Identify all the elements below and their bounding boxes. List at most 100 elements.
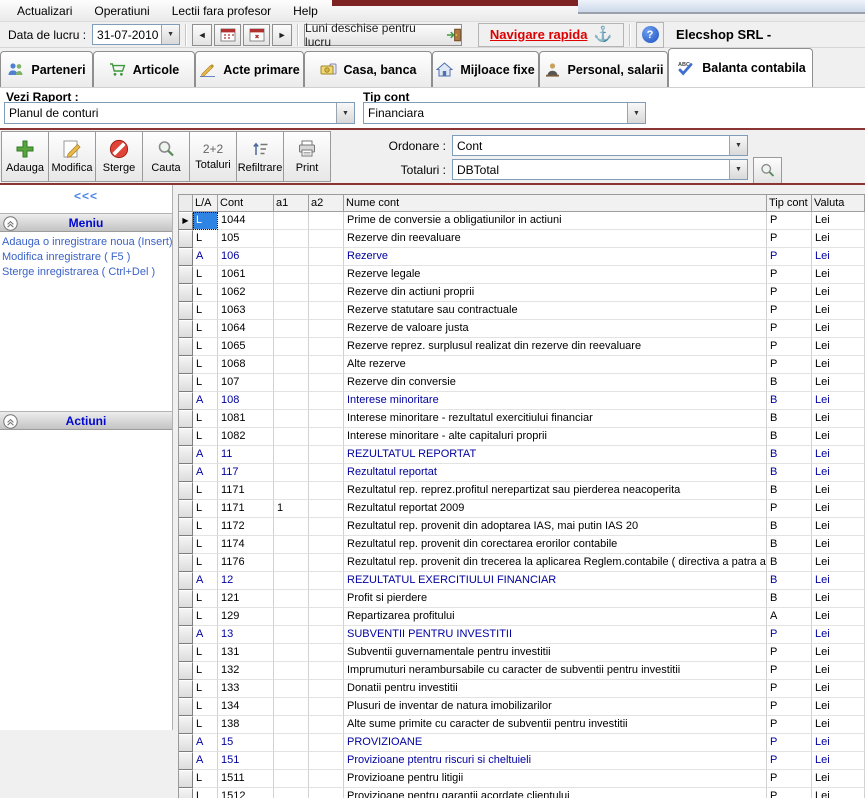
row-selector[interactable] xyxy=(179,518,193,536)
sidebar-menu-header[interactable]: Meniu xyxy=(0,213,172,232)
row-selector[interactable] xyxy=(179,698,193,716)
table-row[interactable]: L11711Rezultatul reportat 2009PLei xyxy=(179,500,865,518)
add-button[interactable]: Adauga xyxy=(1,131,49,182)
table-row[interactable]: L1512Provizioane pentru garantii acordat… xyxy=(179,788,865,798)
row-selector[interactable] xyxy=(179,284,193,302)
table-row[interactable]: L107Rezerve din conversieBLei xyxy=(179,374,865,392)
sidebar-item-delete-record[interactable]: Sterge inregistrarea ( Ctrl+Del ) xyxy=(2,266,173,278)
table-row[interactable]: A13SUBVENTII PENTRU INVESTITIIPLei xyxy=(179,626,865,644)
table-row[interactable]: A12REZULTATUL EXERCITIULUI FINANCIARBLei xyxy=(179,572,865,590)
row-selector[interactable] xyxy=(179,500,193,518)
column-header[interactable]: L/A xyxy=(193,195,218,212)
menu-lectii[interactable]: Lectii fara profesor xyxy=(161,1,282,21)
row-selector[interactable] xyxy=(179,230,193,248)
table-row[interactable]: L1061Rezerve legalePLei xyxy=(179,266,865,284)
row-selector[interactable] xyxy=(179,320,193,338)
table-row[interactable]: L1171Rezultatul rep. reprez.profitul ner… xyxy=(179,482,865,500)
sidebar-actions-header[interactable]: Actiuni xyxy=(0,411,172,430)
chevron-down-icon[interactable]: ▼ xyxy=(161,25,179,44)
menu-actualizari[interactable]: Actualizari xyxy=(6,1,83,21)
account-type-combobox[interactable]: Financiara ▼ xyxy=(363,102,646,124)
sidebar-collapse-button[interactable]: <<< xyxy=(0,185,172,203)
menu-operatiuni[interactable]: Operatiuni xyxy=(83,1,160,21)
current-row-marker[interactable]: ▶ xyxy=(179,212,193,230)
table-row[interactable]: L1064Rezerve de valoare justaPLei xyxy=(179,320,865,338)
table-row[interactable]: L132Imprumuturi nerambursabile cu caract… xyxy=(179,662,865,680)
row-selector[interactable] xyxy=(179,428,193,446)
sidebar-item-edit-record[interactable]: Modifica inregistrare ( F5 ) xyxy=(2,251,173,263)
print-button[interactable]: Print xyxy=(283,131,331,182)
report-combobox[interactable]: Planul de conturi ▼ xyxy=(4,102,355,124)
chevron-down-icon[interactable]: ▼ xyxy=(627,103,645,123)
table-row[interactable]: L1081Interese minoritare - rezultatul ex… xyxy=(179,410,865,428)
table-row[interactable]: L1065Rezerve reprez. surplusul realizat … xyxy=(179,338,865,356)
row-selector[interactable] xyxy=(179,608,193,626)
sidebar-item-add-record[interactable]: Adauga o inregistrare noua (Insert) xyxy=(2,236,173,248)
table-row[interactable]: A11REZULTATUL REPORTATBLei xyxy=(179,446,865,464)
row-selector[interactable] xyxy=(179,554,193,572)
table-row[interactable]: L1172Rezultatul rep. provenit din adopta… xyxy=(179,518,865,536)
row-selector[interactable] xyxy=(179,374,193,392)
row-selector[interactable] xyxy=(179,770,193,788)
quick-navigation-button[interactable]: Navigare rapida ⚓ xyxy=(478,23,624,47)
row-selector[interactable] xyxy=(179,536,193,554)
row-selector[interactable] xyxy=(179,716,193,734)
table-row[interactable]: A106RezervePLei xyxy=(179,248,865,266)
chevron-down-icon[interactable]: ▼ xyxy=(729,136,747,155)
chevron-down-icon[interactable]: ▼ xyxy=(336,103,354,123)
collapse-section-icon[interactable] xyxy=(3,414,18,429)
help-button[interactable]: ? xyxy=(636,22,664,48)
working-date-combobox[interactable]: 31-07-2010 ▼ xyxy=(92,24,180,45)
row-selector[interactable] xyxy=(179,680,193,698)
refilter-button[interactable]: Refiltrare xyxy=(236,131,284,182)
column-header[interactable]: Nume cont xyxy=(344,195,767,212)
table-row[interactable]: L105Rezerve din reevaluarePLei xyxy=(179,230,865,248)
table-row[interactable]: ▶L1044Prime de conversie a obligatiunilo… xyxy=(179,212,865,230)
row-selector[interactable] xyxy=(179,644,193,662)
table-row[interactable]: L129Repartizarea profituluiALei xyxy=(179,608,865,626)
table-row[interactable]: A15PROVIZIOANEPLei xyxy=(179,734,865,752)
row-selector[interactable] xyxy=(179,266,193,284)
table-row[interactable]: L138Alte sume primite cu caracter de sub… xyxy=(179,716,865,734)
row-selector[interactable] xyxy=(179,302,193,320)
row-selector[interactable] xyxy=(179,752,193,770)
column-header[interactable]: Valuta xyxy=(812,195,865,212)
chevron-down-icon[interactable]: ▼ xyxy=(729,160,747,179)
column-header[interactable]: Tip cont xyxy=(767,195,812,212)
row-selector[interactable] xyxy=(179,788,193,798)
table-row[interactable]: L121Profit si pierdereBLei xyxy=(179,590,865,608)
table-row[interactable]: L1176Rezultatul rep. provenit din trecer… xyxy=(179,554,865,572)
search-button[interactable]: Cauta xyxy=(142,131,190,182)
table-row[interactable]: L134Plusuri de inventar de natura imobil… xyxy=(179,698,865,716)
collapse-section-icon[interactable] xyxy=(3,216,18,231)
tab-articole[interactable]: Articole xyxy=(93,51,195,87)
tab-mijloace-fixe[interactable]: Mijloace fixe xyxy=(432,51,539,87)
calendar-day-button[interactable] xyxy=(243,24,270,46)
column-header[interactable]: a1 xyxy=(274,195,309,212)
menu-help[interactable]: Help xyxy=(282,1,329,21)
calendar-month-button[interactable] xyxy=(214,24,241,46)
row-selector[interactable] xyxy=(179,392,193,410)
table-row[interactable]: L131Subventii guvernamentale pentru inve… xyxy=(179,644,865,662)
table-row[interactable]: L133Donatii pentru investitiiPLei xyxy=(179,680,865,698)
table-row[interactable]: L1082Interese minoritare - alte capitalu… xyxy=(179,428,865,446)
prev-month-button[interactable]: ◄ xyxy=(192,24,212,46)
tab-personal-salarii[interactable]: Personal, salarii xyxy=(539,51,668,87)
row-selector[interactable] xyxy=(179,572,193,590)
row-selector[interactable] xyxy=(179,734,193,752)
table-row[interactable]: L1174Rezultatul rep. provenit din corect… xyxy=(179,536,865,554)
delete-button[interactable]: Sterge xyxy=(95,131,143,182)
totals-combobox[interactable]: DBTotal ▼ xyxy=(452,159,748,180)
row-selector[interactable] xyxy=(179,338,193,356)
row-selector[interactable] xyxy=(179,410,193,428)
row-selector[interactable] xyxy=(179,626,193,644)
totals-search-button[interactable] xyxy=(753,157,782,184)
row-selector[interactable] xyxy=(179,248,193,266)
column-header[interactable]: a2 xyxy=(309,195,344,212)
next-month-button[interactable]: ► xyxy=(272,24,292,46)
table-row[interactable]: A151Provizioane ptentru riscuri si chelt… xyxy=(179,752,865,770)
table-row[interactable]: A117Rezultatul reportatBLei xyxy=(179,464,865,482)
tab-casa-banca[interactable]: Casa, banca xyxy=(304,51,432,87)
row-selector[interactable] xyxy=(179,464,193,482)
tab-parteneri[interactable]: Parteneri xyxy=(0,51,93,87)
